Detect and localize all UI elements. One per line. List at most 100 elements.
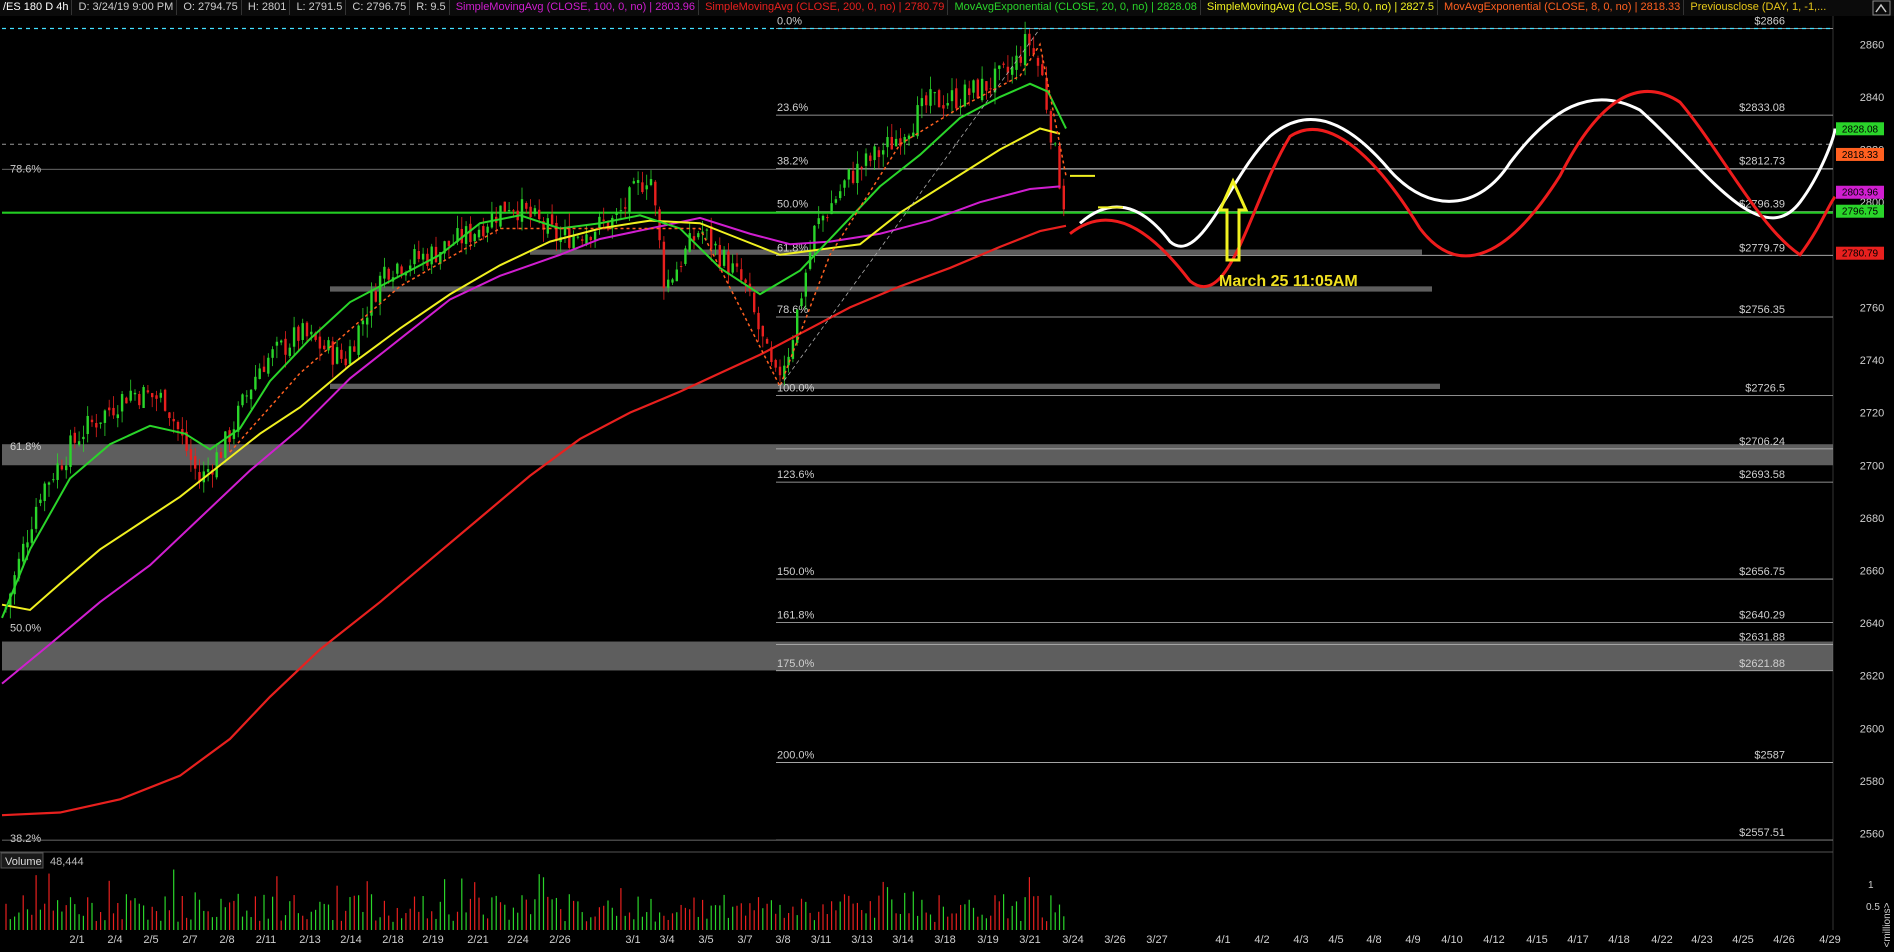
x-axis-tick: 2/19 [422,934,443,946]
candle-body [963,84,967,107]
candle-body [572,235,575,249]
y-axis-tick: 2760 [1860,302,1884,314]
candle-body [619,210,623,212]
y-axis-tick: 2640 [1860,618,1884,630]
candle-body [765,338,769,344]
axis-value-tag-label: 2828.08 [1842,124,1879,135]
candle-body [761,325,764,337]
candle-body [374,291,377,302]
price-level-label: $2779.79 [1739,242,1785,254]
candle-body [804,272,807,297]
candle-body [163,389,167,411]
x-axis-tick: 3/8 [775,934,790,946]
candle-body [378,275,382,303]
price-level-label: $2756.35 [1739,304,1785,316]
x-axis-tick: 3/5 [698,934,713,946]
candle-body [224,431,227,458]
candle-body [1054,143,1057,145]
candle-body [856,163,859,184]
candle-body [52,479,55,481]
x-axis-tick: 3/26 [1104,934,1125,946]
candle-body [159,392,162,398]
candle-body [1041,64,1044,76]
price-chart[interactable]: $2866$2833.08$2812.73$2796.39$2779.79$27… [0,0,1894,952]
candle-body [972,80,975,93]
candle-body [73,432,76,443]
fib-left-label: 38.2% [10,833,41,845]
candle-body [890,136,893,150]
candle-body [1058,145,1061,189]
fib-percent-label: 23.6% [777,102,808,114]
candle-body [1036,57,1040,66]
candle-body [847,168,850,180]
x-axis-tick: 2/1 [69,934,84,946]
candle-body [645,185,648,190]
fib-left-label: 61.8% [10,441,41,453]
candle-body [90,419,94,423]
candle-body [830,203,833,215]
fib-percent-label: 200.0% [777,750,815,762]
x-axis-tick: 3/24 [1062,934,1083,946]
candle-body [968,88,971,96]
volume-tick: 0.5 [1866,902,1880,913]
candle-body [581,239,584,241]
candle-body [258,368,261,379]
candle-body [550,214,554,225]
x-axis-tick: 4/5 [1328,934,1343,946]
candle-body [155,395,158,399]
x-axis-tick: 4/8 [1366,934,1381,946]
price-level-label: $2812.73 [1739,156,1785,168]
candle-body [477,229,481,238]
candle-body [903,137,906,143]
candle-body [56,463,59,480]
candle-body [241,394,244,406]
x-axis-tick: 3/11 [811,934,832,946]
candle-body [434,246,438,263]
y-axis-tick: 2720 [1860,408,1884,420]
candle-body [628,187,631,213]
candle-body [249,389,253,400]
price-level-label: $2631.88 [1739,631,1785,643]
candle-body [396,263,399,274]
candle-body [692,236,696,241]
candle-body [34,506,38,529]
candle-body [864,153,868,166]
candle-body [937,90,941,108]
candle-body [877,150,881,158]
x-axis-tick: 3/18 [934,934,955,946]
x-axis-tick: 4/23 [1691,934,1712,946]
candle-body [727,251,730,275]
candle-body [989,88,992,90]
candle-body [731,263,734,273]
candle-body [929,89,932,106]
axis-value-tag-label: 2803.96 [1842,188,1879,199]
x-axis-tick: 2/8 [219,934,234,946]
candle-body [297,326,300,341]
x-axis-tick: 2/14 [340,934,361,946]
x-axis-tick: 2/26 [549,934,570,946]
candle-body [826,217,829,219]
candle-body [920,98,924,107]
x-axis-tick: 3/21 [1019,934,1040,946]
candle-body [529,206,532,218]
candle-body [538,209,541,220]
x-axis-tick: 3/19 [977,934,998,946]
candle-body [288,347,291,356]
x-axis-tick: 4/2 [1254,934,1269,946]
candle-body [740,269,743,280]
candle-body [649,179,653,186]
candle-body [744,279,747,283]
candle-body [615,212,618,215]
candle-body [366,317,369,325]
candle-body [353,346,356,352]
x-axis-tick: 4/3 [1293,934,1308,946]
candle-body [886,137,889,148]
candle-body [667,279,670,288]
candle-body [348,346,352,364]
candle-body [675,269,678,282]
y-axis-tick: 2700 [1860,460,1884,472]
candle-body [387,268,390,280]
candle-body [22,543,25,562]
candle-body [271,349,274,358]
candle-body [447,240,451,247]
